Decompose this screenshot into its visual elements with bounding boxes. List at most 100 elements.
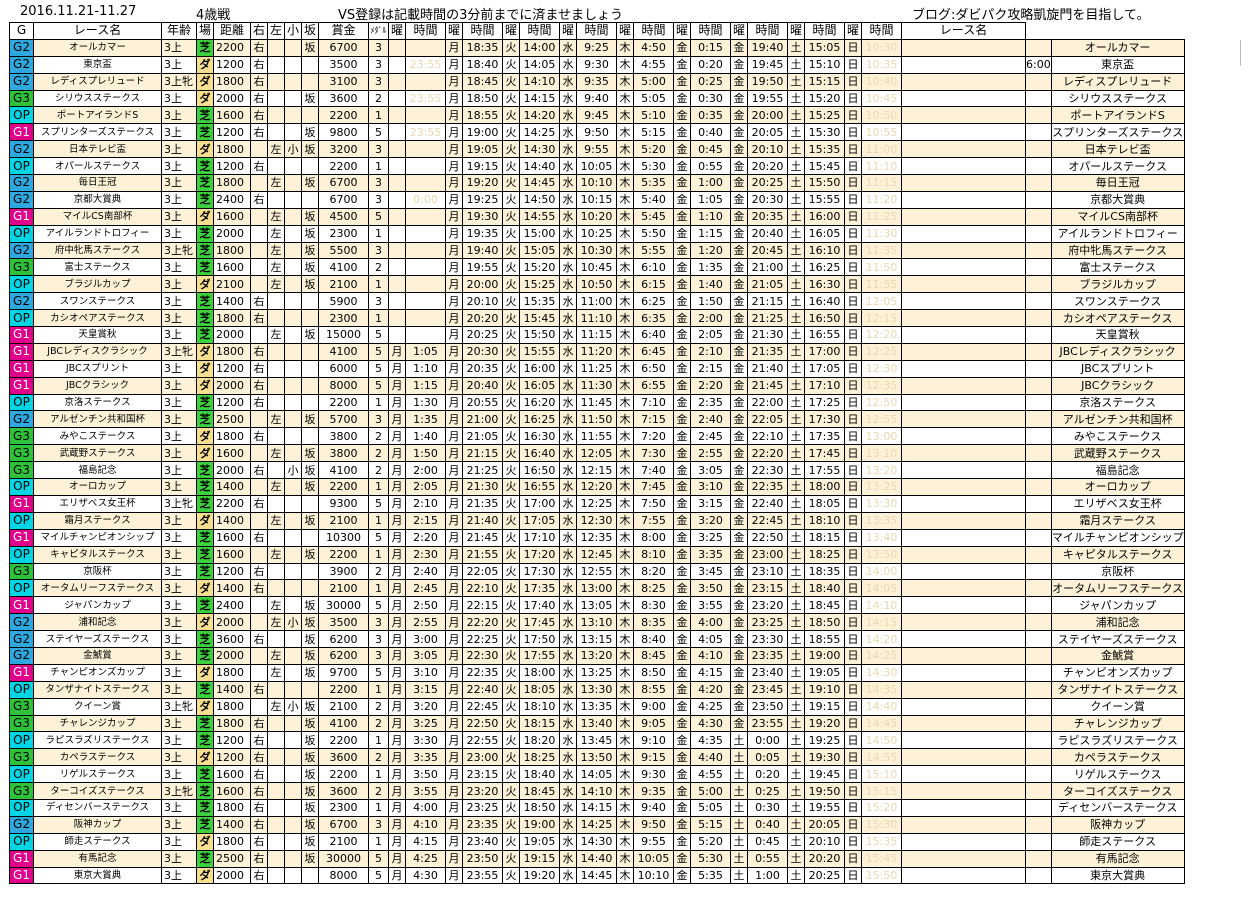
table-cell: 木 xyxy=(616,528,634,547)
table-cell: 14:30 xyxy=(519,140,560,159)
surface-badge: 芝 xyxy=(196,731,214,750)
table-cell: 1:15 xyxy=(690,224,731,243)
table-cell: 16:30 xyxy=(804,275,845,294)
race-name xyxy=(901,461,1026,480)
table-cell: 2:55 xyxy=(690,444,731,463)
table-cell xyxy=(284,748,302,767)
table-cell: 3上 xyxy=(161,663,197,682)
surface-badge: ダ xyxy=(196,275,214,294)
table-cell: 14:45 xyxy=(519,174,560,192)
surface-badge: 芝 xyxy=(196,596,214,615)
table-cell: 22:05 xyxy=(747,410,788,429)
table-cell: 3上牝 xyxy=(161,241,197,260)
table-cell: 3上 xyxy=(161,461,197,480)
table-cell: 右 xyxy=(250,461,268,480)
table-cell: 木 xyxy=(616,55,634,74)
table-cell: 23:50 xyxy=(462,849,503,868)
table-cell xyxy=(267,528,285,547)
table-cell: 3上 xyxy=(161,562,197,581)
table-cell: 土 xyxy=(787,444,805,463)
table-cell: 右 xyxy=(250,714,268,733)
table-cell: 金 xyxy=(730,106,748,125)
table-cell: 土 xyxy=(787,89,805,108)
table-cell: 日 xyxy=(844,72,862,91)
table-cell: 坂 xyxy=(301,748,319,767)
table-cell: 左 xyxy=(267,596,285,615)
table-cell: 10:05 xyxy=(633,849,674,868)
table-cell xyxy=(405,174,446,192)
surface-badge: ダ xyxy=(196,342,214,361)
table-row: G2 浦和記念 3上ダ 2000 左小坂 3500 3 月 2:55 月 22:20 火 17:45 水 1… xyxy=(9,613,1185,632)
table-cell: 0:15 xyxy=(690,38,731,57)
table-cell: 水 xyxy=(559,427,577,446)
table-cell: 18:20 xyxy=(519,731,560,750)
table-cell: 9700 xyxy=(318,663,369,682)
table-cell: 月 xyxy=(388,545,406,564)
table-cell: 4:55 xyxy=(690,765,731,784)
table-cell: 金 xyxy=(730,292,748,311)
table-row: G1 JBCレディスクラシック 3上牝ダ 1800 右 4100 5 月 1:05 月 20:30 火… xyxy=(9,342,1185,361)
table-cell: アイルランドトロフィー xyxy=(1050,224,1185,243)
column-header: 曜 xyxy=(616,22,634,40)
surface-badge: ダ xyxy=(196,748,214,767)
race-name: 東京盃 xyxy=(33,55,162,74)
table-cell: 15:55 xyxy=(804,190,845,209)
table-cell: 坂 xyxy=(301,207,319,226)
table-cell: 土 xyxy=(787,359,805,378)
table-cell: 2100 xyxy=(213,275,251,294)
table-cell: 水 xyxy=(559,579,577,598)
table-cell: 5:30 xyxy=(690,849,731,868)
table-cell: 1600 xyxy=(213,545,251,564)
table-cell: 3600 xyxy=(318,782,369,800)
table-cell: 17:35 xyxy=(804,427,845,446)
table-cell xyxy=(284,157,302,176)
table-cell: 4:10 xyxy=(405,815,446,834)
table-cell: 木 xyxy=(616,275,634,294)
table-cell: 日 xyxy=(844,174,862,192)
table-cell xyxy=(1025,258,1052,277)
table-cell: 8:00 xyxy=(633,528,674,547)
table-cell: 水 xyxy=(559,731,577,750)
table-cell: 10:10 xyxy=(633,866,674,885)
grade-badge: G1 xyxy=(9,849,34,868)
table-cell xyxy=(1025,89,1052,108)
table-cell: 金 xyxy=(673,866,691,885)
table-cell: 20:40 xyxy=(462,376,503,395)
table-cell: 月 xyxy=(388,427,406,446)
table-cell: 金 xyxy=(673,393,691,412)
table-cell: 6:25 xyxy=(633,292,674,311)
table-cell: 3上牝 xyxy=(161,494,197,513)
table-cell: 10:45 xyxy=(861,89,902,108)
table-cell: 13:25 xyxy=(861,478,902,496)
table-cell: 9:35 xyxy=(633,782,674,800)
table-cell: カシオペアステークス xyxy=(1050,309,1185,328)
table-cell: 3600 xyxy=(318,89,369,108)
table-cell: 22:20 xyxy=(747,444,788,463)
table-cell: 10:55 xyxy=(861,123,902,142)
table-cell: 金 xyxy=(730,697,748,716)
column-header: 時間 xyxy=(633,22,674,40)
column-header: 時間 xyxy=(576,22,617,40)
race-name xyxy=(901,410,1026,429)
race-name xyxy=(901,190,1026,209)
table-cell: 21:00 xyxy=(747,258,788,277)
table-cell: 有馬記念 xyxy=(1050,849,1185,868)
grade-badge: G3 xyxy=(9,89,34,108)
table-cell: 金 xyxy=(673,309,691,328)
table-cell: 22:30 xyxy=(747,461,788,480)
table-cell: 月 xyxy=(388,832,406,851)
table-cell: 10:20 xyxy=(576,207,617,226)
table-cell: 3上 xyxy=(161,326,197,344)
table-cell: 木 xyxy=(616,444,634,463)
table-cell: 金 xyxy=(673,89,691,108)
table-cell: 20:20 xyxy=(804,849,845,868)
race-name: 霜月ステークス xyxy=(33,511,162,530)
table-cell xyxy=(284,562,302,581)
table-cell: 日 xyxy=(844,224,862,243)
table-cell xyxy=(267,38,285,57)
table-cell xyxy=(250,224,268,243)
table-cell: 6:45 xyxy=(633,342,674,361)
table-cell: 4:15 xyxy=(690,663,731,682)
table-cell xyxy=(267,748,285,767)
table-cell: 1400 xyxy=(213,815,251,834)
